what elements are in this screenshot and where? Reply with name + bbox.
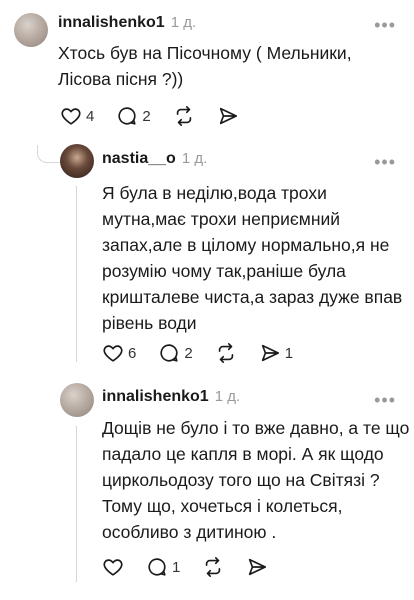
timestamp: 1 д. bbox=[181, 150, 208, 167]
comment-icon bbox=[148, 558, 166, 576]
heart-icon bbox=[61, 108, 81, 125]
comment-text-line: Лісова пісня ?)) bbox=[58, 69, 184, 89]
repost-button[interactable] bbox=[202, 556, 224, 578]
comment-text-line: кришталеве чиста,а зараз дуже впав bbox=[102, 287, 403, 307]
like-button[interactable]: 4 bbox=[60, 105, 94, 127]
heart-icon bbox=[103, 345, 123, 362]
comment-text-line: Хтось був на Пісочному ( Мельники, bbox=[58, 43, 352, 63]
reply-button[interactable]: 2 bbox=[158, 342, 193, 364]
comment-text-line: Дощів не було і то вже давно, а те що bbox=[102, 418, 410, 438]
repost-icon bbox=[206, 557, 221, 577]
more-icon[interactable]: ••• bbox=[374, 391, 396, 409]
thread-line bbox=[76, 186, 77, 362]
comment-icon bbox=[160, 344, 178, 362]
repost-button[interactable] bbox=[173, 105, 195, 127]
comment-text: Я була в неділю,вода трохи мутна,має тро… bbox=[102, 180, 402, 336]
comment-text-line: Я була в неділю,вода трохи bbox=[102, 183, 327, 203]
repost-icon bbox=[218, 343, 233, 363]
repost-button[interactable] bbox=[215, 342, 237, 364]
timestamp: 1 д. bbox=[170, 14, 197, 31]
reply-button[interactable]: 2 bbox=[116, 105, 151, 127]
avatar[interactable] bbox=[60, 383, 94, 417]
username[interactable]: innalishenko1 bbox=[58, 14, 165, 32]
reply-count: 1 bbox=[172, 558, 181, 576]
more-icon[interactable]: ••• bbox=[374, 153, 396, 171]
username[interactable]: innalishenko1 bbox=[102, 388, 209, 406]
comment-text: Хтось був на Пісочному ( Мельники, Лісов… bbox=[58, 40, 352, 92]
share-icon bbox=[219, 107, 237, 125]
comment-text-line: особливо з дитиною . bbox=[102, 522, 277, 542]
share-button[interactable] bbox=[217, 105, 239, 127]
username[interactable]: nastia__o bbox=[102, 150, 176, 168]
reply-button[interactable]: 1 bbox=[146, 556, 180, 578]
action-bar: 4 2 bbox=[60, 105, 261, 127]
comment-header: innalishenko1 1 д. bbox=[102, 388, 240, 406]
like-count: 6 bbox=[128, 344, 137, 362]
comment-header: nastia__o 1 д. bbox=[102, 150, 207, 168]
comment-text-line: рівень води bbox=[102, 313, 197, 333]
comment-header: innalishenko1 1 д. bbox=[58, 14, 196, 32]
share-button[interactable]: 1 bbox=[259, 342, 293, 364]
comment-text-line: Тому що, хочеться і колеться, bbox=[102, 496, 343, 516]
more-icon[interactable]: ••• bbox=[374, 16, 396, 34]
action-bar: 1 bbox=[102, 556, 290, 578]
comment-text-line: мутна,має трохи неприємний bbox=[102, 209, 341, 229]
share-count: 1 bbox=[284, 344, 294, 362]
share-button[interactable] bbox=[246, 556, 268, 578]
timestamp: 1 д. bbox=[214, 388, 241, 405]
comment-text-line: запах,але в цілому нормально,я не bbox=[102, 235, 390, 255]
reply-count: 2 bbox=[184, 344, 193, 362]
thread-line bbox=[76, 426, 77, 582]
comment-icon bbox=[118, 107, 136, 125]
heart-icon bbox=[103, 559, 123, 576]
comment-text-line: падало це капля в морі. А як щодо bbox=[102, 444, 384, 464]
reply-count: 2 bbox=[142, 107, 151, 125]
like-count: 4 bbox=[86, 107, 95, 125]
action-bar: 6 2 1 bbox=[102, 342, 315, 364]
like-button[interactable] bbox=[102, 556, 124, 578]
comment-text: Дощів не було і то вже давно, а те що па… bbox=[102, 415, 409, 545]
avatar[interactable] bbox=[60, 144, 94, 178]
comment-text-line: розумію чому так,раніше була bbox=[102, 261, 346, 281]
repost-icon bbox=[176, 106, 191, 126]
share-icon bbox=[261, 344, 279, 362]
like-button[interactable]: 6 bbox=[102, 342, 136, 364]
share-icon bbox=[249, 558, 267, 576]
comment-text-line: циркольодозу того що на Світязі ? bbox=[102, 470, 380, 490]
avatar[interactable] bbox=[14, 13, 48, 47]
